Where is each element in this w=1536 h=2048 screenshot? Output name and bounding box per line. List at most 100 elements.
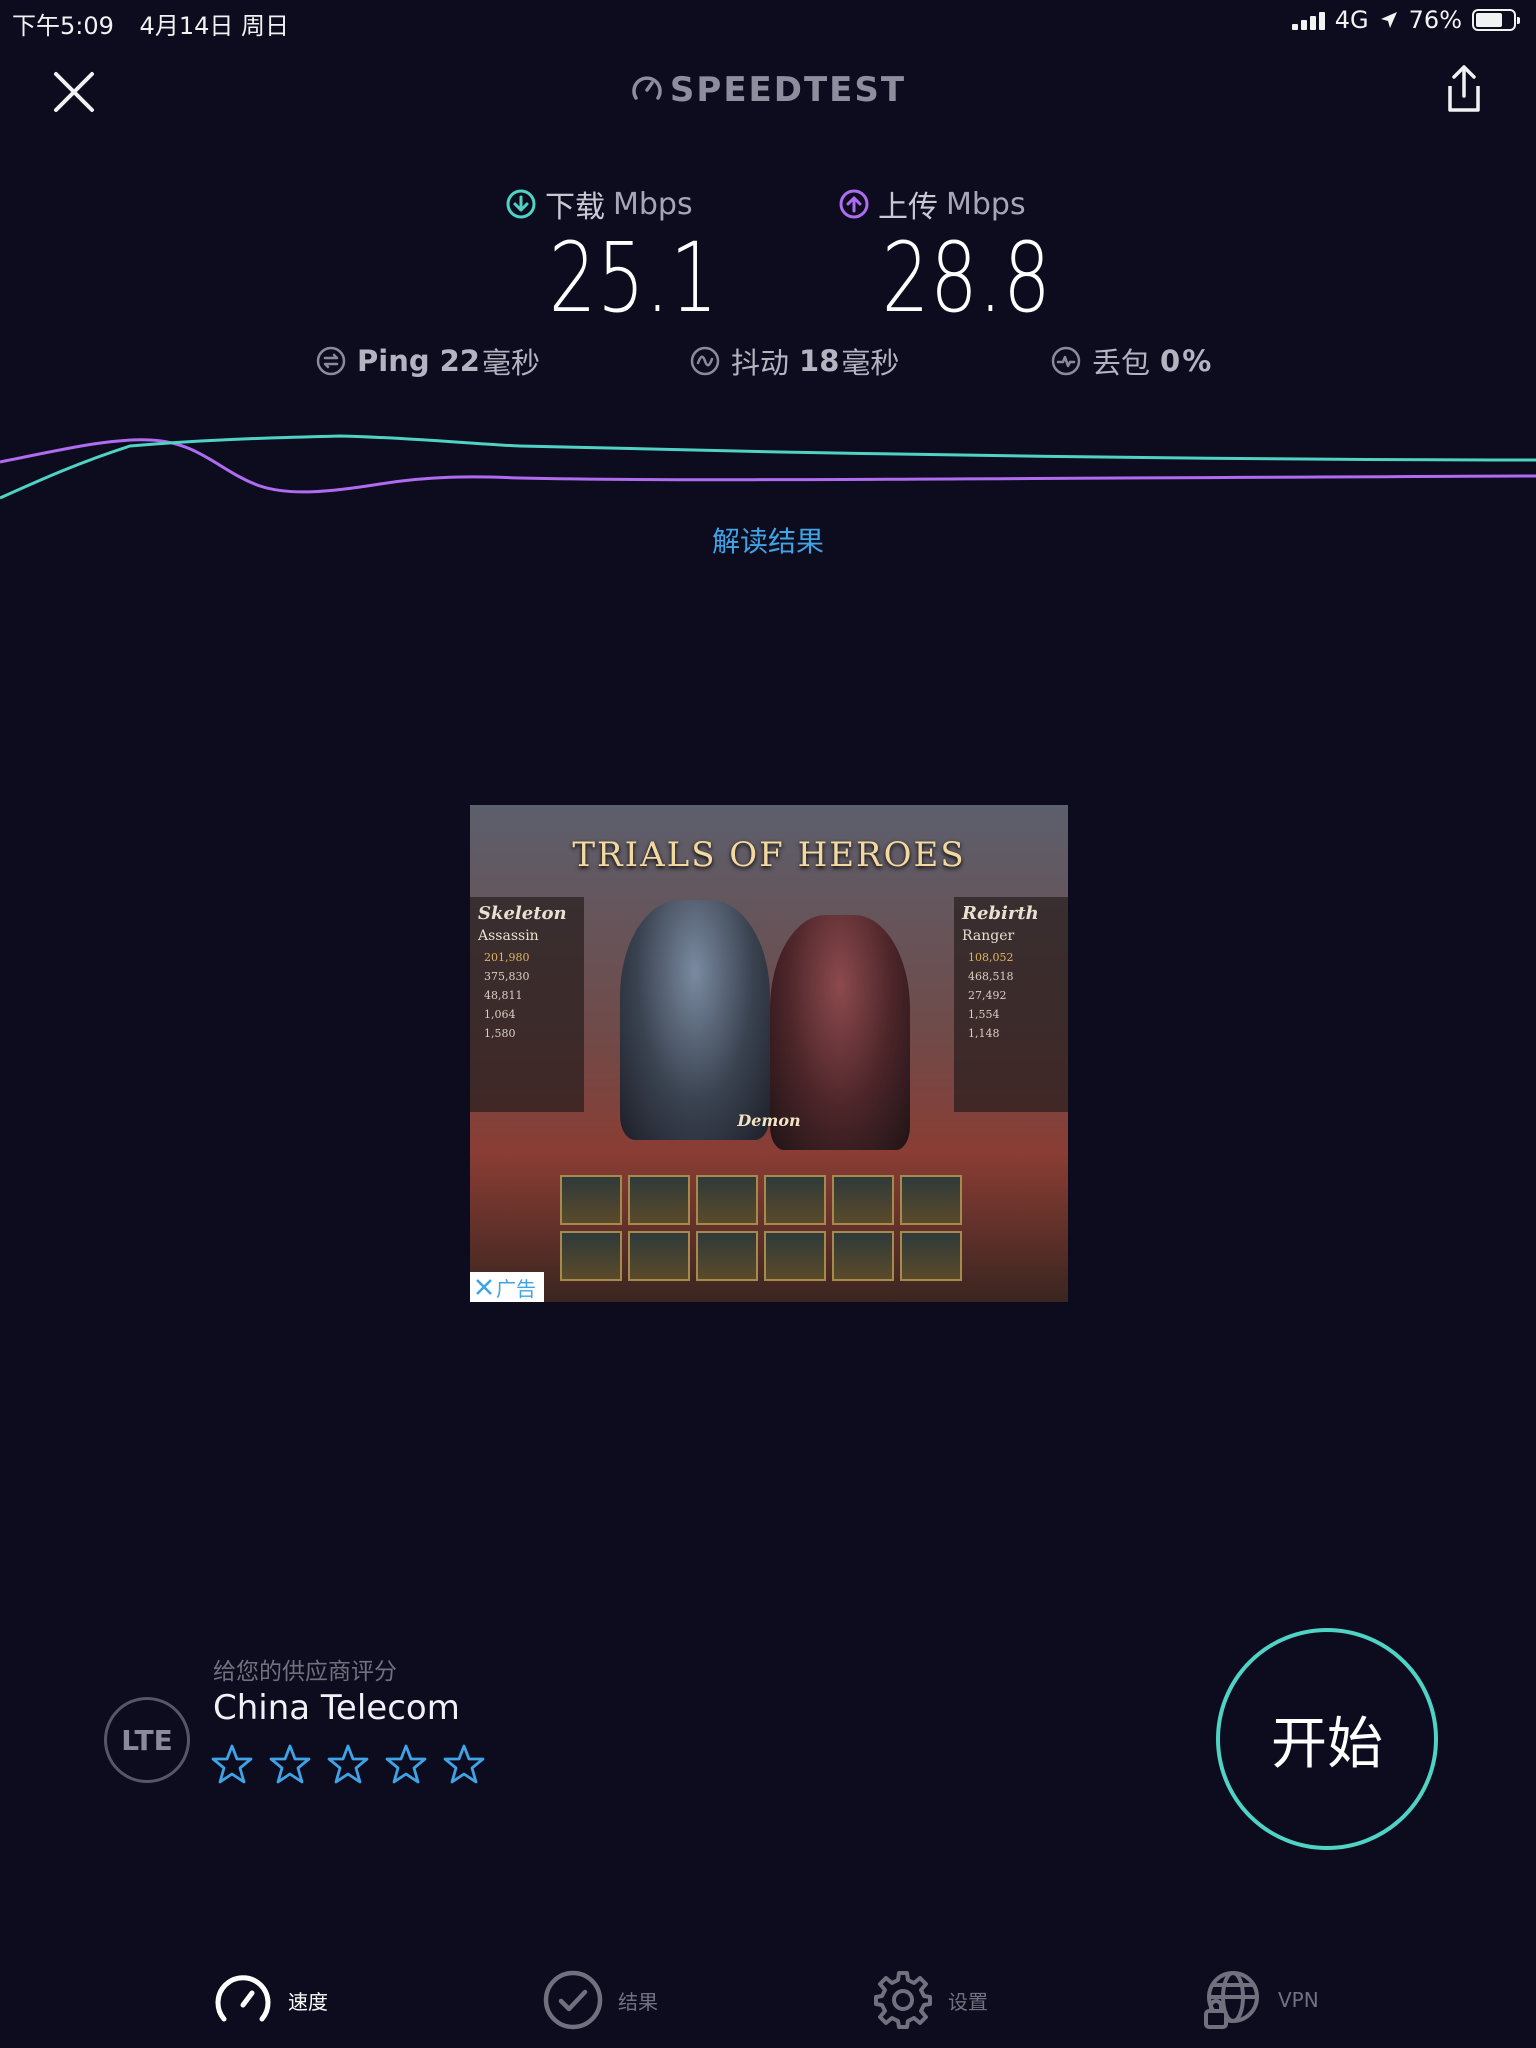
- ad-hero-card: [900, 1175, 962, 1225]
- tab-vpn-label: VPN: [1278, 1988, 1319, 2012]
- download-label-text: 下载: [545, 190, 605, 225]
- provider-name: China Telecom: [213, 1688, 460, 1728]
- ad-close-badge[interactable]: 广告: [470, 1272, 544, 1302]
- ad-hero-card: [832, 1231, 894, 1281]
- tab-vpn[interactable]: VPN: [1202, 1965, 1319, 2035]
- brand-text: SPEEDTEST: [669, 70, 907, 110]
- jitter-label: 抖动: [731, 346, 790, 380]
- ad-left-panel: Skeleton Assassin 201,980 375,830 48,811…: [470, 897, 584, 1112]
- ad-hero-card: [900, 1231, 962, 1281]
- upload-speed-line: [0, 438, 1536, 494]
- star-icon[interactable]: [210, 1742, 254, 1786]
- ad-right-panel: Rebirth Ranger 108,052 468,518 27,492 1,…: [954, 897, 1068, 1112]
- lte-badge: LTE: [104, 1697, 190, 1783]
- status-bar-left: 下午5:09 4月14日 周日: [12, 6, 307, 41]
- ad-left-stat: 1,580: [484, 1027, 516, 1040]
- network-type: 4G: [1334, 6, 1369, 34]
- ad-hero-grid: [560, 1175, 962, 1281]
- status-bar-right: 4G 76%: [1291, 6, 1520, 34]
- ad-left-name: Skeleton: [478, 903, 567, 924]
- ping-unit: 毫秒: [481, 346, 540, 380]
- ad-hero-card: [696, 1175, 758, 1225]
- upload-arrow-icon: [839, 189, 869, 219]
- ad-demon-label: Demon: [737, 1111, 801, 1130]
- location-arrow-icon: [1380, 12, 1397, 28]
- upload-label: 上传 Mbps: [838, 182, 1026, 226]
- speedtest-result-screen: 下午5:09 4月14日 周日 4G 76% SPEEDTEST 下载 Mbps…: [0, 0, 1536, 2048]
- ad-right-stat: 1,554: [968, 1008, 1000, 1021]
- download-arrow-icon: [506, 189, 536, 219]
- ping-label: Ping: [357, 344, 430, 378]
- speedometer-logo-icon: [632, 76, 662, 100]
- upload-unit: Mbps: [946, 186, 1026, 222]
- ad-right-stat: 27,492: [968, 989, 1007, 1002]
- status-time: 下午5:09: [12, 12, 114, 40]
- checkmark-circle-icon: [543, 1970, 603, 2030]
- loss-label: 丢包: [1092, 346, 1151, 380]
- ad-left-stat: 48,811: [484, 989, 523, 1002]
- gear-icon: [874, 1971, 932, 2029]
- ad-hero-card: [560, 1175, 622, 1225]
- ad-hero-card: [832, 1175, 894, 1225]
- jitter-unit: 毫秒: [841, 346, 900, 380]
- tab-speed[interactable]: 速度: [212, 1965, 328, 2035]
- packet-loss-stat: 丢包 0%: [1050, 340, 1211, 382]
- ad-left-role: Assassin: [478, 928, 539, 944]
- ad-hero-card: [628, 1175, 690, 1225]
- speedtest-logo: SPEEDTEST: [0, 70, 1536, 110]
- download-value: 25.1: [548, 222, 719, 334]
- ad-title: TRIALS OF HEROES: [572, 835, 966, 875]
- share-button[interactable]: [1442, 62, 1486, 118]
- ad-right-role: Ranger: [962, 928, 1015, 944]
- tab-results-label: 结果: [618, 1989, 658, 2014]
- cell-signal-icon: [1291, 10, 1325, 30]
- download-unit: Mbps: [613, 186, 693, 222]
- ping-stat: Ping 22 毫秒: [315, 340, 540, 382]
- ping-value: 22: [439, 344, 480, 378]
- ad-label: 广告: [496, 1276, 536, 1301]
- ad-hero-card: [764, 1175, 826, 1225]
- ad-left-stat: 201,980: [484, 951, 530, 964]
- share-icon: [1448, 65, 1480, 112]
- tab-settings-label: 设置: [948, 1989, 988, 2014]
- status-date: 4月14日 周日: [139, 12, 289, 40]
- tab-results[interactable]: 结果: [542, 1965, 658, 2035]
- upload-label-text: 上传: [878, 190, 938, 225]
- jitter-stat: 抖动 18 毫秒: [689, 340, 899, 382]
- status-bar: 下午5:09 4月14日 周日 4G 76%: [0, 0, 1536, 40]
- close-icon: [476, 1279, 492, 1295]
- battery-percent: 76%: [1408, 6, 1462, 34]
- ad-hero-card: [764, 1231, 826, 1281]
- loss-value: 0: [1160, 344, 1181, 378]
- ad-left-stat: 375,830: [484, 970, 530, 983]
- ad-hero-left: [620, 900, 770, 1140]
- tab-settings[interactable]: 设置: [872, 1965, 988, 2035]
- tab-speed-label: 速度: [288, 1989, 328, 2014]
- ad-left-stat: 1,064: [484, 1008, 516, 1021]
- advertisement-banner[interactable]: TRIALS OF HEROES Skeleton Assassin 201,9…: [470, 805, 1068, 1302]
- star-icon[interactable]: [384, 1742, 428, 1786]
- jitter-icon: [690, 346, 720, 376]
- star-icon[interactable]: [268, 1742, 312, 1786]
- star-icon[interactable]: [326, 1742, 370, 1786]
- star-icon[interactable]: [442, 1742, 486, 1786]
- loss-unit: %: [1182, 344, 1212, 378]
- ad-right-stat: 108,052: [968, 951, 1014, 964]
- vpn-globe-lock-icon: [1204, 1971, 1259, 2029]
- battery-icon: [1472, 9, 1520, 31]
- ad-right-stat: 468,518: [968, 970, 1014, 983]
- speedometer-icon: [215, 1975, 271, 2022]
- ad-right-name: Rebirth: [962, 903, 1039, 924]
- ad-hero-card: [560, 1231, 622, 1281]
- download-speed-line: [0, 434, 1536, 500]
- speed-history-graph: [0, 434, 1536, 500]
- ad-hero-card: [696, 1231, 758, 1281]
- upload-value: 28.8: [881, 222, 1052, 334]
- interpret-results-link[interactable]: 解读结果: [0, 520, 1536, 560]
- packet-loss-icon: [1051, 346, 1081, 376]
- start-test-button[interactable]: 开始: [1216, 1628, 1438, 1850]
- jitter-value: 18: [799, 344, 840, 378]
- rating-stars: [210, 1742, 486, 1786]
- ping-icon: [316, 346, 346, 376]
- rate-provider-label: 给您的供应商评分: [213, 1659, 397, 1685]
